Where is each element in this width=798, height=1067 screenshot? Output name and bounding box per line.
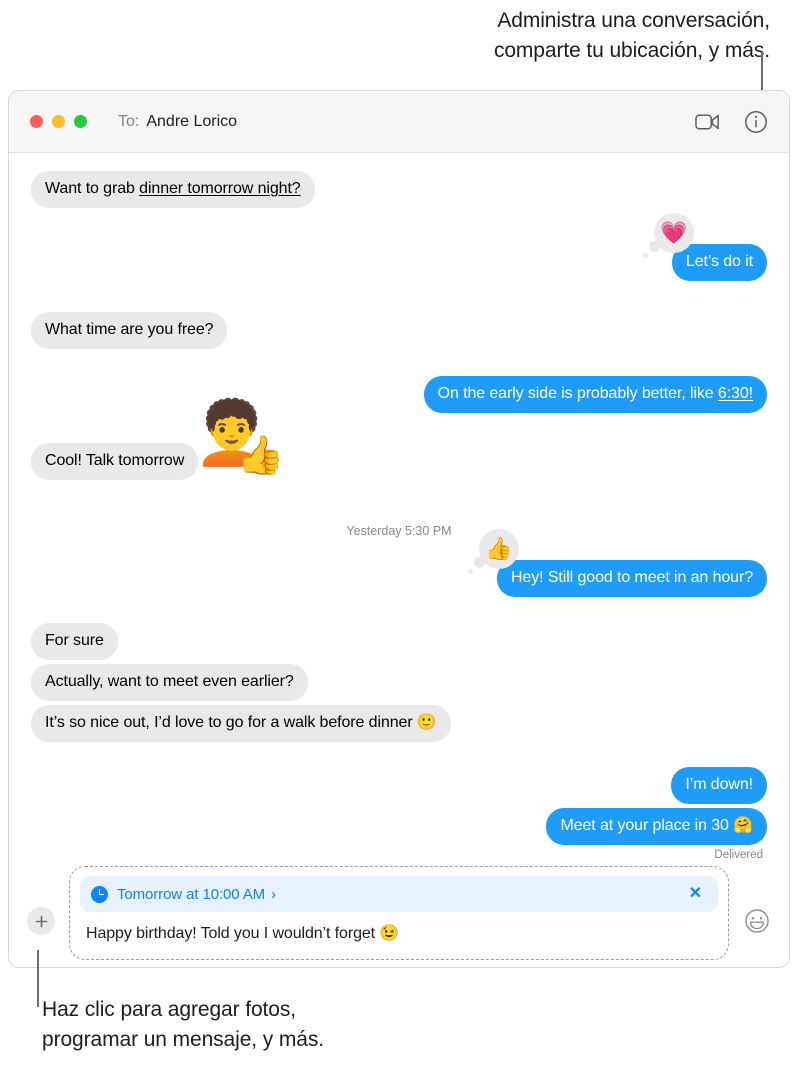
scheduled-send-banner[interactable]: Tomorrow at 10:00 AM › ✕ — [80, 876, 718, 912]
tapback-dot-small — [468, 569, 474, 574]
message-row: On the early side is probably better, li… — [31, 376, 776, 413]
plus-icon — [35, 915, 47, 927]
recipient-row: To: Andre Lorico — [118, 113, 237, 131]
message-row: I’m down! — [31, 767, 767, 804]
bubble-wrap: I’m down! — [671, 767, 767, 804]
message-row: What time are you free? — [22, 312, 767, 349]
message-row: Cool! Talk tomorrow 🧑‍🦱 👍 — [22, 403, 767, 480]
message-row: Want to grab dinner tomorrow night? — [23, 171, 767, 208]
messages-window: To: Andre Lorico Want to grab dinner tom… — [8, 90, 790, 968]
callout-top: Administra una conversación, comparte tu… — [360, 6, 770, 66]
tapback-dot-large — [648, 241, 660, 252]
message-row: 💗 Let’s do it — [31, 213, 776, 281]
message-row: 👍 Hey! Still good to meet in an hour? — [31, 529, 775, 597]
clock-icon — [91, 885, 108, 903]
smiley-face-icon — [745, 909, 769, 933]
video-camera-icon — [694, 113, 719, 130]
message-bubble-sent[interactable]: On the early side is probably better, li… — [423, 376, 776, 413]
bubble-wrap: For sure — [31, 623, 118, 660]
message-transcript[interactable]: Want to grab dinner tomorrow night? 💗 Le… — [9, 153, 789, 865]
callout-top-line1: Administra una conversación, — [497, 9, 770, 32]
bubble-wrap: Meet at your place in 30 🤗 — [546, 808, 775, 845]
thumbs-up-hand-sticker[interactable]: 👍 — [237, 437, 284, 475]
message-text: Want to grab — [45, 180, 140, 197]
callout-bottom: Haz clic para agregar fotos, programar u… — [42, 995, 482, 1055]
details-button[interactable] — [741, 107, 771, 137]
message-bubble-received[interactable]: Want to grab dinner tomorrow night? — [23, 171, 315, 208]
message-bubble-received[interactable]: It’s so nice out, I’d love to go for a w… — [23, 705, 451, 742]
data-detector-link[interactable]: 6:30! — [718, 385, 753, 402]
close-window-button[interactable] — [30, 115, 43, 128]
message-row: It’s so nice out, I’d love to go for a w… — [23, 705, 767, 742]
message-text: On the early side is probably better, li… — [437, 385, 718, 402]
scheduled-send-label: Tomorrow at 10:00 AM — [117, 885, 266, 903]
bubble-wrap: On the early side is probably better, li… — [423, 376, 776, 413]
tapback-dot-large — [474, 557, 486, 568]
conversation-timestamp: Yesterday 5:30 PM — [346, 524, 452, 538]
heart-emoji: 💗 — [660, 220, 688, 245]
message-bubble-received[interactable]: What time are you free? — [22, 312, 228, 349]
message-bubble-sent[interactable]: Meet at your place in 30 🤗 — [546, 808, 775, 845]
bubble-wrap: It’s so nice out, I’d love to go for a w… — [23, 705, 451, 742]
message-input-field[interactable]: Tomorrow at 10:00 AM › ✕ Happy birthday!… — [69, 866, 729, 960]
bubble-wrap: 👍 Hey! Still good to meet in an hour? — [468, 529, 775, 597]
message-bubble-sent[interactable]: Hey! Still good to meet in an hour? — [497, 560, 775, 597]
scheduled-send-close-button[interactable]: ✕ — [686, 886, 705, 902]
tapback-bubble: 👍 — [479, 529, 520, 569]
minimize-window-button[interactable] — [52, 115, 65, 128]
message-row: Meet at your place in 30 🤗 — [31, 808, 775, 845]
tapback-thumbsup[interactable]: 👍 — [468, 529, 520, 574]
callout-bottom-line1: Haz clic para agregar fotos, — [42, 998, 296, 1021]
callout-top-line2: comparte tu ubicación, y más. — [493, 39, 770, 62]
bubble-wrap: 💗 Let’s do it — [642, 213, 776, 281]
draft-message-text[interactable]: Happy birthday! Told you I wouldn’t forg… — [80, 912, 718, 950]
message-bubble-received[interactable]: For sure — [31, 623, 118, 660]
add-attachment-button[interactable] — [27, 907, 55, 935]
bubble-wrap: Cool! Talk tomorrow — [22, 443, 199, 480]
chevron-right-icon[interactable]: › — [271, 886, 276, 903]
tapback-dot-small — [642, 253, 648, 258]
bubble-wrap: Want to grab dinner tomorrow night? — [23, 171, 315, 208]
maximize-window-button[interactable] — [74, 115, 87, 128]
tapback-bubble: 💗 — [653, 213, 694, 253]
thumbsup-emoji: 👍 — [485, 536, 513, 561]
window-titlebar: To: Andre Lorico — [9, 91, 789, 153]
traffic-lights — [30, 115, 87, 128]
data-detector-link[interactable]: dinner tomorrow night? — [139, 180, 301, 197]
message-bubble-received[interactable]: Cool! Talk tomorrow — [22, 443, 199, 480]
message-bubble-received[interactable]: Actually, want to meet even earlier? — [31, 664, 308, 701]
callout-bottom-leader-line — [37, 950, 39, 1007]
message-row: For sure — [31, 623, 767, 660]
message-row: Actually, want to meet even earlier? — [31, 664, 767, 701]
bubble-wrap: Actually, want to meet even earlier? — [31, 664, 308, 701]
to-label: To: — [118, 112, 140, 130]
facetime-button[interactable] — [692, 107, 722, 137]
emoji-picker-button[interactable] — [743, 907, 771, 935]
titlebar-actions — [692, 107, 771, 137]
delivery-status: Delivered — [714, 849, 763, 861]
info-circle-icon — [745, 110, 767, 133]
compose-bar: Tomorrow at 10:00 AM › ✕ Happy birthday!… — [9, 865, 789, 967]
message-bubble-sent[interactable]: I’m down! — [671, 767, 767, 804]
callout-bottom-line2: programar un mensaje, y más. — [42, 1028, 324, 1051]
recipient-name[interactable]: Andre Lorico — [146, 113, 237, 131]
tapback-heart[interactable]: 💗 — [642, 213, 694, 258]
bubble-wrap: What time are you free? — [22, 312, 228, 349]
